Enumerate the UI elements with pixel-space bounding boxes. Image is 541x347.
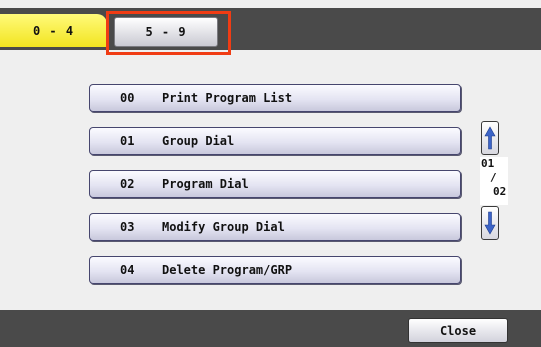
- program-button-04[interactable]: 04 Delete Program/GRP: [89, 256, 461, 284]
- program-button-03[interactable]: 03 Modify Group Dial: [89, 213, 461, 241]
- page-current: 01: [481, 157, 495, 170]
- program-label: Modify Group Dial: [162, 220, 285, 234]
- program-label: Program Dial: [162, 177, 249, 191]
- close-button-label: Close: [439, 323, 477, 338]
- program-number: 00: [120, 91, 135, 105]
- tab-5-9[interactable]: 5 - 9: [114, 17, 218, 47]
- tab-0-4-label: 0 - 4: [32, 23, 75, 38]
- program-number: 03: [120, 220, 135, 234]
- page-total: 02: [493, 185, 507, 198]
- arrow-up-icon: [484, 126, 496, 150]
- tab-5-9-label: 5 - 9: [145, 25, 187, 39]
- program-menu-screen: 0 - 4 5 - 9 00 Print Program List 01 Gro…: [0, 0, 541, 347]
- scroll-down-button[interactable]: [481, 206, 499, 240]
- program-number: 04: [120, 263, 135, 277]
- program-label: Print Program List: [162, 91, 293, 105]
- program-label: Delete Program/GRP: [162, 263, 293, 277]
- scroll-up-button[interactable]: [481, 121, 499, 155]
- tab-0-4[interactable]: 0 - 4: [0, 14, 107, 47]
- close-button[interactable]: Close: [408, 318, 508, 343]
- program-button-02[interactable]: 02 Program Dial: [89, 170, 461, 198]
- program-button-01[interactable]: 01 Group Dial: [89, 127, 461, 155]
- program-label: Group Dial: [162, 134, 235, 148]
- program-button-00[interactable]: 00 Print Program List: [89, 84, 461, 112]
- program-number: 02: [120, 177, 135, 191]
- page-indicator: 01 / 02: [480, 157, 508, 205]
- program-number: 01: [120, 134, 135, 148]
- arrow-down-icon: [484, 211, 496, 235]
- page-separator: /: [490, 171, 497, 184]
